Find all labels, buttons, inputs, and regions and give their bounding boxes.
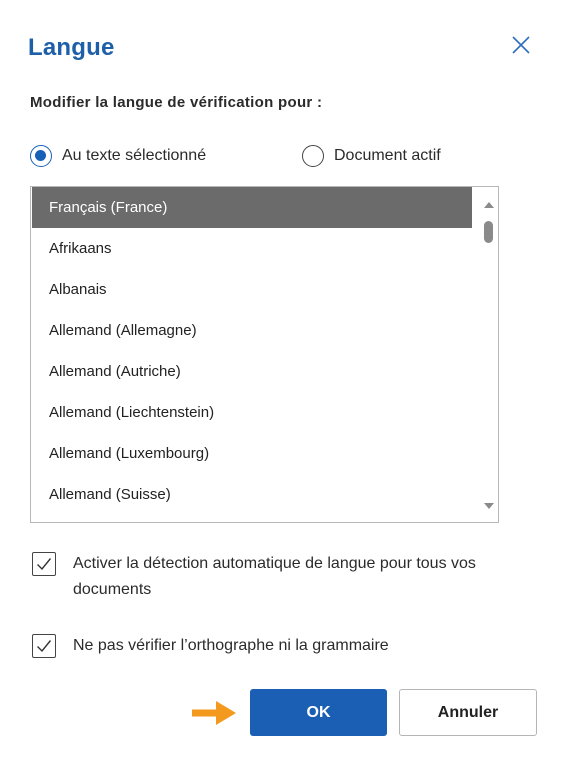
dialog-title: Langue	[28, 34, 115, 61]
close-button[interactable]	[508, 32, 534, 58]
list-item[interactable]: Allemand (Liechtenstein)	[32, 392, 472, 433]
auto-detect-option[interactable]: Activer la détection automatique de lang…	[32, 552, 493, 603]
list-item[interactable]: Allemand (Suisse)	[32, 474, 472, 515]
language-dialog: Langue Modifier la langue de vérificatio…	[0, 0, 562, 759]
checkmark-icon	[37, 558, 52, 571]
list-item[interactable]: Afrikaans	[32, 228, 472, 269]
listbox-scrollbar[interactable]	[479, 187, 498, 522]
scroll-thumb[interactable]	[484, 221, 493, 243]
scroll-down-icon[interactable]	[484, 503, 494, 509]
arrow-right-icon	[192, 701, 236, 725]
no-proofing-label: Ne pas vérifier l’orthographe ni la gram…	[73, 637, 389, 654]
language-listbox[interactable]: Français (France) Afrikaans Albanais All…	[30, 186, 499, 523]
checkmark-icon	[37, 640, 52, 653]
radio-button-checked[interactable]	[30, 145, 52, 167]
scroll-up-icon[interactable]	[484, 202, 494, 208]
radio-label: Au texte sélectionné	[62, 147, 207, 164]
list-item[interactable]: Allemand (Autriche)	[32, 351, 472, 392]
radio-button[interactable]	[302, 145, 324, 167]
ok-button[interactable]: OK	[250, 689, 387, 736]
radio-label: Document actif	[334, 147, 441, 164]
list-item[interactable]: Allemand (Luxembourg)	[32, 433, 472, 474]
no-proofing-checkbox[interactable]	[32, 634, 56, 658]
radio-selected-text[interactable]: Au texte sélectionné	[30, 142, 206, 170]
auto-detect-label: Activer la détection automatique de lang…	[73, 555, 476, 598]
list-item[interactable]: Allemand (Allemagne)	[32, 310, 472, 351]
cancel-button[interactable]: Annuler	[399, 689, 537, 736]
list-item-selected[interactable]: Français (France)	[32, 187, 472, 228]
scope-heading: Modifier la langue de vérification pour …	[30, 94, 323, 111]
close-icon	[512, 36, 530, 54]
list-item[interactable]: Albanais	[32, 269, 472, 310]
auto-detect-checkbox[interactable]	[32, 552, 56, 576]
radio-active-document[interactable]: Document actif	[302, 142, 441, 170]
no-proofing-option[interactable]: Ne pas vérifier l’orthographe ni la gram…	[32, 634, 493, 659]
